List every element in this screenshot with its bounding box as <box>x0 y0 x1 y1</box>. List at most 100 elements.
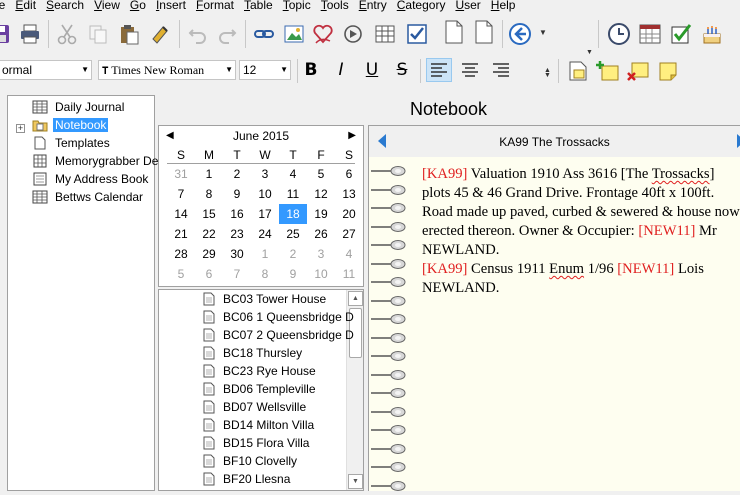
page-list-item[interactable]: BF10 Clovelly <box>203 452 297 470</box>
tag-link[interactable]: [NEW11] <box>617 261 674 277</box>
page-list-item[interactable]: BC06 1 Queensbridge D <box>203 308 354 326</box>
calendar-day[interactable]: 8 <box>195 184 223 204</box>
format-overflow-icon[interactable]: ▲ ▼ <box>544 67 551 79</box>
bold-button[interactable]: B <box>298 58 324 82</box>
calendar-day[interactable]: 26 <box>307 224 335 244</box>
font-size-select[interactable]: 12 ▼ <box>239 60 291 80</box>
calendar-day[interactable]: 29 <box>195 244 223 264</box>
audio-icon[interactable] <box>341 22 365 46</box>
note-text[interactable]: [KA99] Valuation 1910 Ass 3616 [The Tros… <box>422 165 740 298</box>
calendar-day[interactable]: 11 <box>279 184 307 204</box>
align-center-button[interactable] <box>457 58 483 82</box>
calendar-day[interactable]: 6 <box>195 264 223 284</box>
menu-item[interactable]: Tools <box>316 0 354 11</box>
checkbox-icon[interactable] <box>405 22 429 46</box>
task-check-icon[interactable] <box>669 22 693 46</box>
calendar-day[interactable]: 9 <box>279 264 307 284</box>
delete-sticky-note-icon[interactable] <box>626 59 650 83</box>
paste-icon[interactable] <box>117 22 141 46</box>
menu-item[interactable]: Go <box>125 0 151 11</box>
birthday-cake-icon[interactable] <box>700 22 724 46</box>
toolbar-overflow-icon[interactable]: ▼ <box>586 49 593 56</box>
calendar-day[interactable]: 10 <box>307 264 335 284</box>
copy-icon[interactable] <box>86 22 110 46</box>
menu-item[interactable]: Table <box>239 0 278 11</box>
tree-item[interactable]: My Address Book <box>32 170 150 187</box>
calendar-day[interactable]: 25 <box>279 224 307 244</box>
align-left-button[interactable] <box>426 58 452 82</box>
expand-icon[interactable]: + <box>16 124 25 133</box>
calendar-day[interactable]: 4 <box>335 244 363 264</box>
new-page-alt-icon[interactable] <box>472 20 496 44</box>
new-page-icon[interactable] <box>442 20 466 44</box>
undo-icon[interactable] <box>186 22 210 46</box>
page-list-item[interactable]: BC03 Tower House <box>203 290 326 308</box>
next-page-icon[interactable] <box>736 133 740 152</box>
calendar-day[interactable]: 14 <box>167 204 195 224</box>
menu-item[interactable]: View <box>89 0 125 11</box>
picture-icon[interactable] <box>282 22 306 46</box>
menu-item[interactable]: Format <box>191 0 239 11</box>
save-icon[interactable] <box>0 22 12 46</box>
menu-item[interactable]: Insert <box>151 0 191 11</box>
heart-icon[interactable] <box>311 22 335 46</box>
page-list-item[interactable]: BC07 2 Queensbridge D <box>203 326 354 344</box>
calendar-day[interactable]: 13 <box>335 184 363 204</box>
menu-item[interactable]: Category <box>392 0 451 11</box>
page-list-item[interactable]: BC18 Thursley <box>203 344 302 362</box>
calendar-day[interactable]: 31 <box>167 164 195 184</box>
align-right-button[interactable] <box>488 58 514 82</box>
calendar-day[interactable]: 9 <box>223 184 251 204</box>
calendar-day[interactable]: 7 <box>167 184 195 204</box>
page-list-item[interactable]: BD14 Milton Villa <box>203 416 314 434</box>
back-dropdown-icon[interactable]: ▼ <box>539 29 547 37</box>
note-icon[interactable] <box>566 59 590 83</box>
tag-link[interactable]: [KA99] <box>422 166 467 182</box>
link-icon[interactable] <box>252 22 276 46</box>
style-select[interactable]: ormal ▼ <box>0 60 92 80</box>
calendar-day[interactable]: 16 <box>223 204 251 224</box>
menu-item[interactable]: Topic <box>278 0 316 11</box>
calendar-day[interactable]: 23 <box>223 224 251 244</box>
calendar-day[interactable]: 7 <box>223 264 251 284</box>
calendar-day[interactable]: 28 <box>167 244 195 264</box>
calendar-grid-icon[interactable] <box>638 22 662 46</box>
calendar-day[interactable]: 24 <box>251 224 279 244</box>
calendar-day[interactable]: 21 <box>167 224 195 244</box>
italic-button[interactable]: I <box>328 58 354 82</box>
tag-link[interactable]: [NEW11] <box>638 223 695 239</box>
format-painter-icon[interactable] <box>148 22 172 46</box>
redo-icon[interactable] <box>215 22 239 46</box>
table-icon[interactable] <box>373 22 397 46</box>
calendar-day[interactable]: 2 <box>279 244 307 264</box>
calendar-day[interactable]: 2 <box>223 164 251 184</box>
page-list-item[interactable]: BF20 Llesna <box>203 470 290 488</box>
calendar-next-button[interactable]: ▶ <box>348 130 356 141</box>
calendar-day[interactable]: 22 <box>195 224 223 244</box>
cut-icon[interactable] <box>55 22 79 46</box>
calendar-day[interactable]: 3 <box>307 244 335 264</box>
menu-item[interactable]: Search <box>41 0 89 11</box>
menu-item[interactable]: Edit <box>10 0 41 11</box>
calendar-day[interactable]: 10 <box>251 184 279 204</box>
calendar-day[interactable]: 20 <box>335 204 363 224</box>
scroll-down-icon[interactable]: ▼ <box>348 474 363 489</box>
menu-item[interactable]: Entry <box>354 0 392 11</box>
calendar-day[interactable]: 30 <box>223 244 251 264</box>
back-icon[interactable] <box>508 22 532 46</box>
page-editor[interactable]: [KA99] Valuation 1910 Ass 3616 [The Tros… <box>368 157 740 491</box>
tag-link[interactable]: [KA99] <box>422 261 467 277</box>
calendar-day[interactable]: 27 <box>335 224 363 244</box>
page-list-item[interactable]: BC23 Rye House <box>203 362 316 380</box>
calendar-day[interactable]: 18 <box>279 204 307 224</box>
calendar-day[interactable]: 11 <box>335 264 363 284</box>
tree-item[interactable]: Daily Journal <box>32 98 126 115</box>
page-list-item[interactable]: BD15 Flora Villa <box>203 434 309 452</box>
menu-item[interactable]: User <box>450 0 485 11</box>
calendar-day[interactable]: 17 <box>251 204 279 224</box>
calendar-day[interactable]: 6 <box>335 164 363 184</box>
sticky-note-icon[interactable] <box>656 59 680 83</box>
calendar-day[interactable]: 15 <box>195 204 223 224</box>
calendar-day[interactable]: 8 <box>251 264 279 284</box>
print-icon[interactable] <box>18 22 42 46</box>
